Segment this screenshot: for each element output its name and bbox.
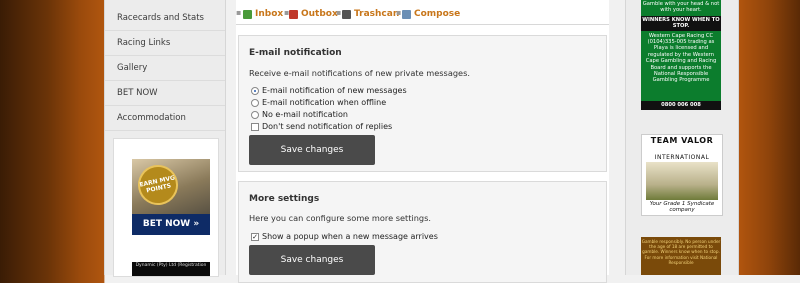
tab-outbox-label: Outbox <box>301 9 338 19</box>
radio-button[interactable] <box>251 86 259 95</box>
tab-outbox[interactable]: Outbox <box>289 9 338 19</box>
checkbox-label: Show a popup when a new message arrives <box>262 232 438 241</box>
save-more-settings-button[interactable]: Save changes <box>249 245 375 275</box>
green-ad-body: Western Cape Racing CC (0104)335-005 tra… <box>645 32 717 84</box>
radio-label: E-mail notification when offline <box>262 98 387 107</box>
radio-label: E-mail notification of new messages <box>262 86 407 95</box>
left-sidebar: Racecards and Stats Racing Links Gallery… <box>104 0 226 277</box>
tab-trashcan[interactable]: Trashcan <box>342 9 399 19</box>
email-notification-panel: E-mail notification Receive e-mail notif… <box>238 35 607 172</box>
green-ad-mid: WINNERS KNOW WHEN TO STOP. <box>641 15 721 31</box>
email-notification-title: E-mail notification <box>249 48 342 58</box>
more-settings-description: Here you can configure some more setting… <box>249 213 431 223</box>
sidebar-ad-footer: Dynamic (Pty) Ltd (Registration <box>132 262 210 276</box>
mvg-points-badge: EARN MVG POINTS <box>134 161 182 209</box>
right-sidebar: Gamble with your head & not with your he… <box>625 0 739 275</box>
green-ad-phone: 0800 006 008 <box>641 101 721 110</box>
gamble-responsibly-ad[interactable]: Gamble responsibly. No person under the … <box>641 237 721 275</box>
more-settings-panel: More settings Here you can configure som… <box>238 181 607 283</box>
sidebar-item-bet-now[interactable]: BET NOW <box>105 81 225 106</box>
inbox-icon <box>243 9 252 19</box>
checkbox[interactable] <box>251 122 259 131</box>
trashcan-icon <box>342 9 351 19</box>
checkbox-label: Don't send notification of replies <box>262 122 393 131</box>
save-email-settings-button[interactable]: Save changes <box>249 135 375 165</box>
sidebar-item-gallery[interactable]: Gallery <box>105 56 225 81</box>
main-content: ▪ Inbox ▪ Outbox ▪ Trashcan ▪ Compose E-… <box>236 0 609 283</box>
radio-no-email[interactable]: No e-mail notification <box>251 110 348 119</box>
sidebar-item-racecards[interactable]: Racecards and Stats <box>105 6 225 31</box>
radio-button[interactable] <box>251 110 259 119</box>
compose-icon <box>402 9 411 19</box>
tab-inbox[interactable]: Inbox <box>243 9 283 19</box>
responsible-gambling-ad[interactable]: Gamble with your head & not with your he… <box>641 0 721 110</box>
checkbox-popup-new-message[interactable]: ✓ Show a popup when a new message arrive… <box>251 232 438 241</box>
team-valor-ad[interactable]: TEAM VALOR INTERNATIONAL Your Grade 1 Sy… <box>641 134 723 216</box>
tab-compose-label: Compose <box>414 9 461 19</box>
horse-racing-photo <box>646 162 718 200</box>
bet-now-ad-button[interactable]: BET NOW » <box>132 214 210 235</box>
team-valor-subtitle: INTERNATIONAL <box>654 154 710 161</box>
team-valor-caption: Your Grade 1 Syndicate company <box>649 201 715 213</box>
sidebar-item-accommodation[interactable]: Accommodation <box>105 106 225 131</box>
tab-compose[interactable]: Compose <box>402 9 460 19</box>
tab-trashcan-label: Trashcan <box>354 9 400 19</box>
team-valor-title: TEAM VALOR <box>650 136 714 145</box>
tab-inbox-label: Inbox <box>255 9 284 19</box>
radio-label: No e-mail notification <box>262 110 348 119</box>
radio-new-messages[interactable]: E-mail notification of new messages <box>251 86 407 95</box>
checkbox-checked[interactable]: ✓ <box>251 232 259 241</box>
checkbox-no-reply-notification[interactable]: Don't send notification of replies <box>251 122 392 131</box>
sidebar-ad-box: EARN MVG POINTS BET NOW » Dynamic (Pty) … <box>113 138 219 277</box>
mvg-ad-banner[interactable]: EARN MVG POINTS BET NOW » <box>132 159 210 235</box>
pm-tabs: ▪ Inbox ▪ Outbox ▪ Trashcan ▪ Compose <box>236 8 609 25</box>
outbox-icon <box>289 9 298 19</box>
radio-when-offline[interactable]: E-mail notification when offline <box>251 98 386 107</box>
green-ad-top: Gamble with your head & not with your he… <box>642 1 720 14</box>
more-settings-title: More settings <box>249 194 320 204</box>
radio-button[interactable] <box>251 98 259 107</box>
email-notification-description: Receive e-mail notifications of new priv… <box>249 68 470 78</box>
sidebar-item-racing-links[interactable]: Racing Links <box>105 31 225 56</box>
page-background-right <box>737 0 800 275</box>
